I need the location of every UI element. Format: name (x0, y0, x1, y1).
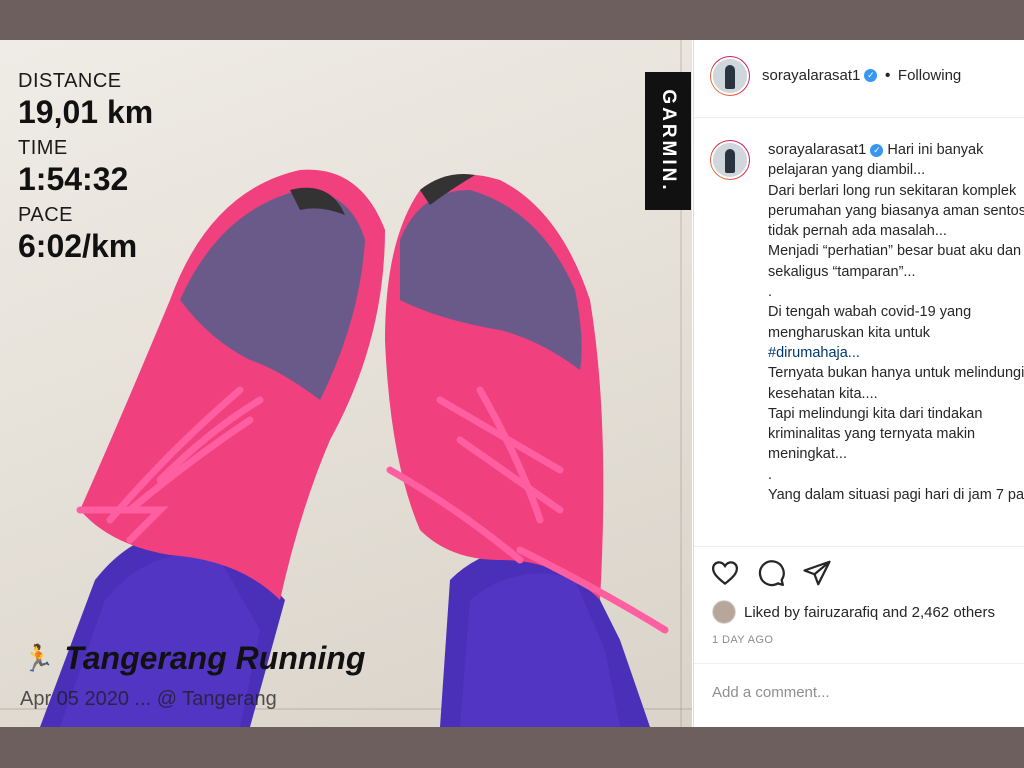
distance-label: DISTANCE (18, 70, 122, 92)
verified-icon: ✓ (870, 143, 884, 157)
caption-divider (694, 546, 1024, 547)
caption-area: sorayalarasat1 ✓ Hari ini banyak pelajara… (710, 140, 1024, 540)
garmin-wordmark: GARMIN. (658, 89, 679, 193)
likes-count-link[interactable]: and 2,462 others (882, 604, 995, 621)
time-value: 1:54:32 (18, 161, 129, 197)
caption-username-link[interactable]: sorayalarasat1 (768, 141, 866, 158)
caption-line: Menjadi “perhatian” besar buat aku dan s… (768, 243, 1022, 280)
share-icon[interactable] (802, 558, 832, 588)
verified-icon: ✓ (864, 69, 878, 83)
add-comment-input[interactable]: Add a comment... (712, 684, 830, 701)
caption-line: Dari berlari long run sekitaran komplek … (768, 182, 1024, 240)
caption-line: Yang dalam situasi pagi hari di jam 7 pa… (768, 487, 1024, 504)
activity-meta: Apr 05 2020 ... @ Tangerang (20, 688, 277, 710)
pace-label: PACE (18, 204, 73, 226)
header-divider (694, 117, 1024, 118)
instagram-post: DISTANCE 19,01 km TIME 1:54:32 PACE 6:02… (0, 40, 1024, 727)
comment-divider (694, 663, 1024, 664)
comment-icon[interactable] (756, 558, 786, 588)
caption-line: . (768, 284, 773, 301)
post-header: sorayalarasat1 ✓ • Following (710, 54, 961, 98)
activity-stats: DISTANCE 19,01 km TIME 1:54:32 PACE 6:02… (18, 64, 153, 265)
separator: • (884, 67, 891, 84)
likes-summary: Liked by fairuzarafiq and 2,462 others (712, 600, 995, 624)
post-side-panel: sorayalarasat1 ✓ • Following sorayalarasa… (693, 40, 1024, 727)
activity-title: 🏃 Tangerang Running (22, 640, 365, 677)
caption-line: Ternyata bukan hanya untuk melindungi ke… (768, 365, 1024, 402)
caption-line: Tapi melindungi kita dari tindakan krimi… (768, 405, 983, 463)
post-photo[interactable]: DISTANCE 19,01 km TIME 1:54:32 PACE 6:02… (0, 40, 692, 727)
activity-title-text: Tangerang Running (64, 640, 366, 676)
caption-line: . (768, 466, 773, 483)
avatar[interactable] (710, 56, 750, 96)
garmin-logo: GARMIN. (645, 72, 691, 210)
pace-value: 6:02/km (18, 228, 138, 264)
runner-icon: 🏃 (22, 643, 55, 673)
time-label: TIME (18, 137, 68, 159)
caption-line: Di tengah wabah covid-19 yang mengharusk… (768, 304, 972, 341)
heart-icon[interactable] (710, 558, 740, 588)
liker-username-link[interactable]: fairuzarafiq (804, 604, 878, 621)
action-bar (710, 558, 832, 588)
hashtag-link[interactable]: #dirumahaja... (768, 345, 860, 361)
post-timestamp[interactable]: 1 DAY AGO (712, 634, 773, 646)
caption-text: sorayalarasat1 ✓ Hari ini banyak pelajara… (768, 140, 1024, 540)
liker-avatar[interactable] (712, 600, 736, 624)
following-button[interactable]: Following (898, 67, 961, 84)
likes-prefix: Liked by (744, 603, 800, 621)
caption-avatar[interactable] (710, 140, 750, 180)
distance-value: 19,01 km (18, 94, 154, 130)
username-link[interactable]: sorayalarasat1 (762, 67, 860, 84)
